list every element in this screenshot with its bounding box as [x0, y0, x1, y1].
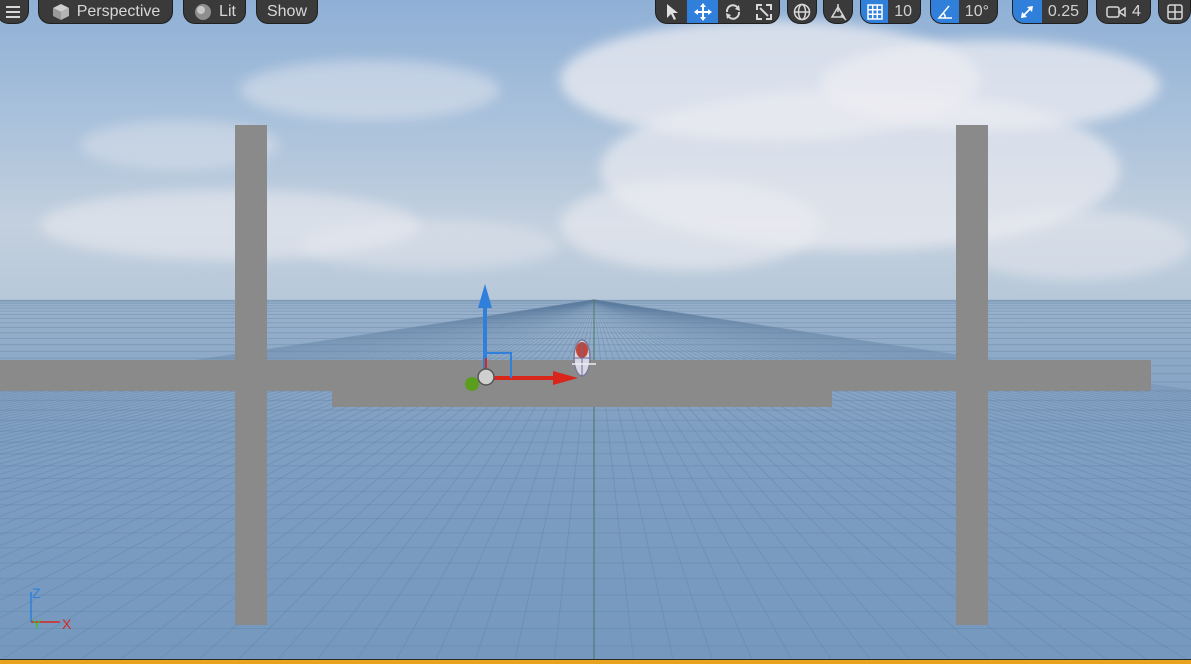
surface-snap-icon	[828, 2, 848, 22]
grid-icon	[865, 2, 885, 22]
viewport-bottom-border	[0, 659, 1191, 664]
camera-speed-value: 4	[1132, 2, 1141, 20]
viewport-menu-button[interactable]	[0, 0, 29, 24]
viewport-layout-icon	[1165, 2, 1185, 22]
surface-snap-button[interactable]	[823, 0, 853, 24]
scale-snap-value[interactable]: 0.25	[1042, 3, 1087, 21]
level-viewport[interactable]: Z Y X	[0, 0, 1191, 664]
scale-icon	[754, 2, 774, 22]
cube-icon	[51, 2, 71, 22]
rotation-snap-toggle[interactable]	[931, 0, 959, 23]
grid-snap-value[interactable]: 10	[888, 3, 920, 21]
camera-icon	[1106, 2, 1126, 22]
hamburger-icon	[3, 2, 23, 22]
view-mode-button[interactable]: Perspective	[38, 0, 173, 24]
player-start-icon[interactable]	[568, 338, 596, 380]
angle-icon	[935, 2, 955, 22]
sphere-icon	[193, 2, 213, 22]
gizmo-x-axis[interactable]	[485, 371, 578, 385]
scale-tool-button[interactable]	[748, 0, 779, 23]
select-tool-button[interactable]	[656, 0, 687, 23]
axis-z-label: Z	[32, 585, 41, 601]
transform-tools-group	[655, 0, 780, 24]
gizmo-center[interactable]	[477, 368, 495, 386]
grid-snap-toggle[interactable]	[861, 0, 889, 23]
lighting-mode-button[interactable]: Lit	[183, 0, 246, 24]
camera-speed-button[interactable]: 4	[1096, 0, 1151, 24]
rotation-snap-value[interactable]: 10°	[959, 3, 997, 21]
move-icon	[693, 2, 713, 22]
viewport-layout-button[interactable]	[1158, 0, 1191, 24]
rotation-snap-control[interactable]: 10°	[930, 0, 998, 24]
translate-gizmo[interactable]	[0, 0, 1191, 664]
rotate-icon	[723, 2, 743, 22]
axis-indicator: Z Y X	[20, 582, 80, 632]
axis-x-label: X	[62, 616, 72, 632]
grid-snap-control[interactable]: 10	[860, 0, 921, 24]
view-mode-label: Perspective	[76, 2, 161, 20]
scale-snap-control[interactable]: 0.25	[1012, 0, 1088, 24]
world-local-toggle[interactable]	[787, 0, 817, 24]
scale-arrow-icon	[1017, 2, 1037, 22]
show-flags-button[interactable]: Show	[256, 0, 318, 24]
show-label: Show	[266, 2, 308, 20]
rotate-tool-button[interactable]	[718, 0, 749, 23]
move-tool-button[interactable]	[687, 0, 718, 23]
lighting-mode-label: Lit	[219, 2, 236, 20]
gizmo-y-axis[interactable]	[465, 377, 479, 391]
globe-icon	[792, 2, 812, 22]
scale-snap-toggle[interactable]	[1013, 0, 1042, 23]
axis-y-label: Y	[32, 616, 42, 632]
select-arrow-icon	[662, 2, 682, 22]
